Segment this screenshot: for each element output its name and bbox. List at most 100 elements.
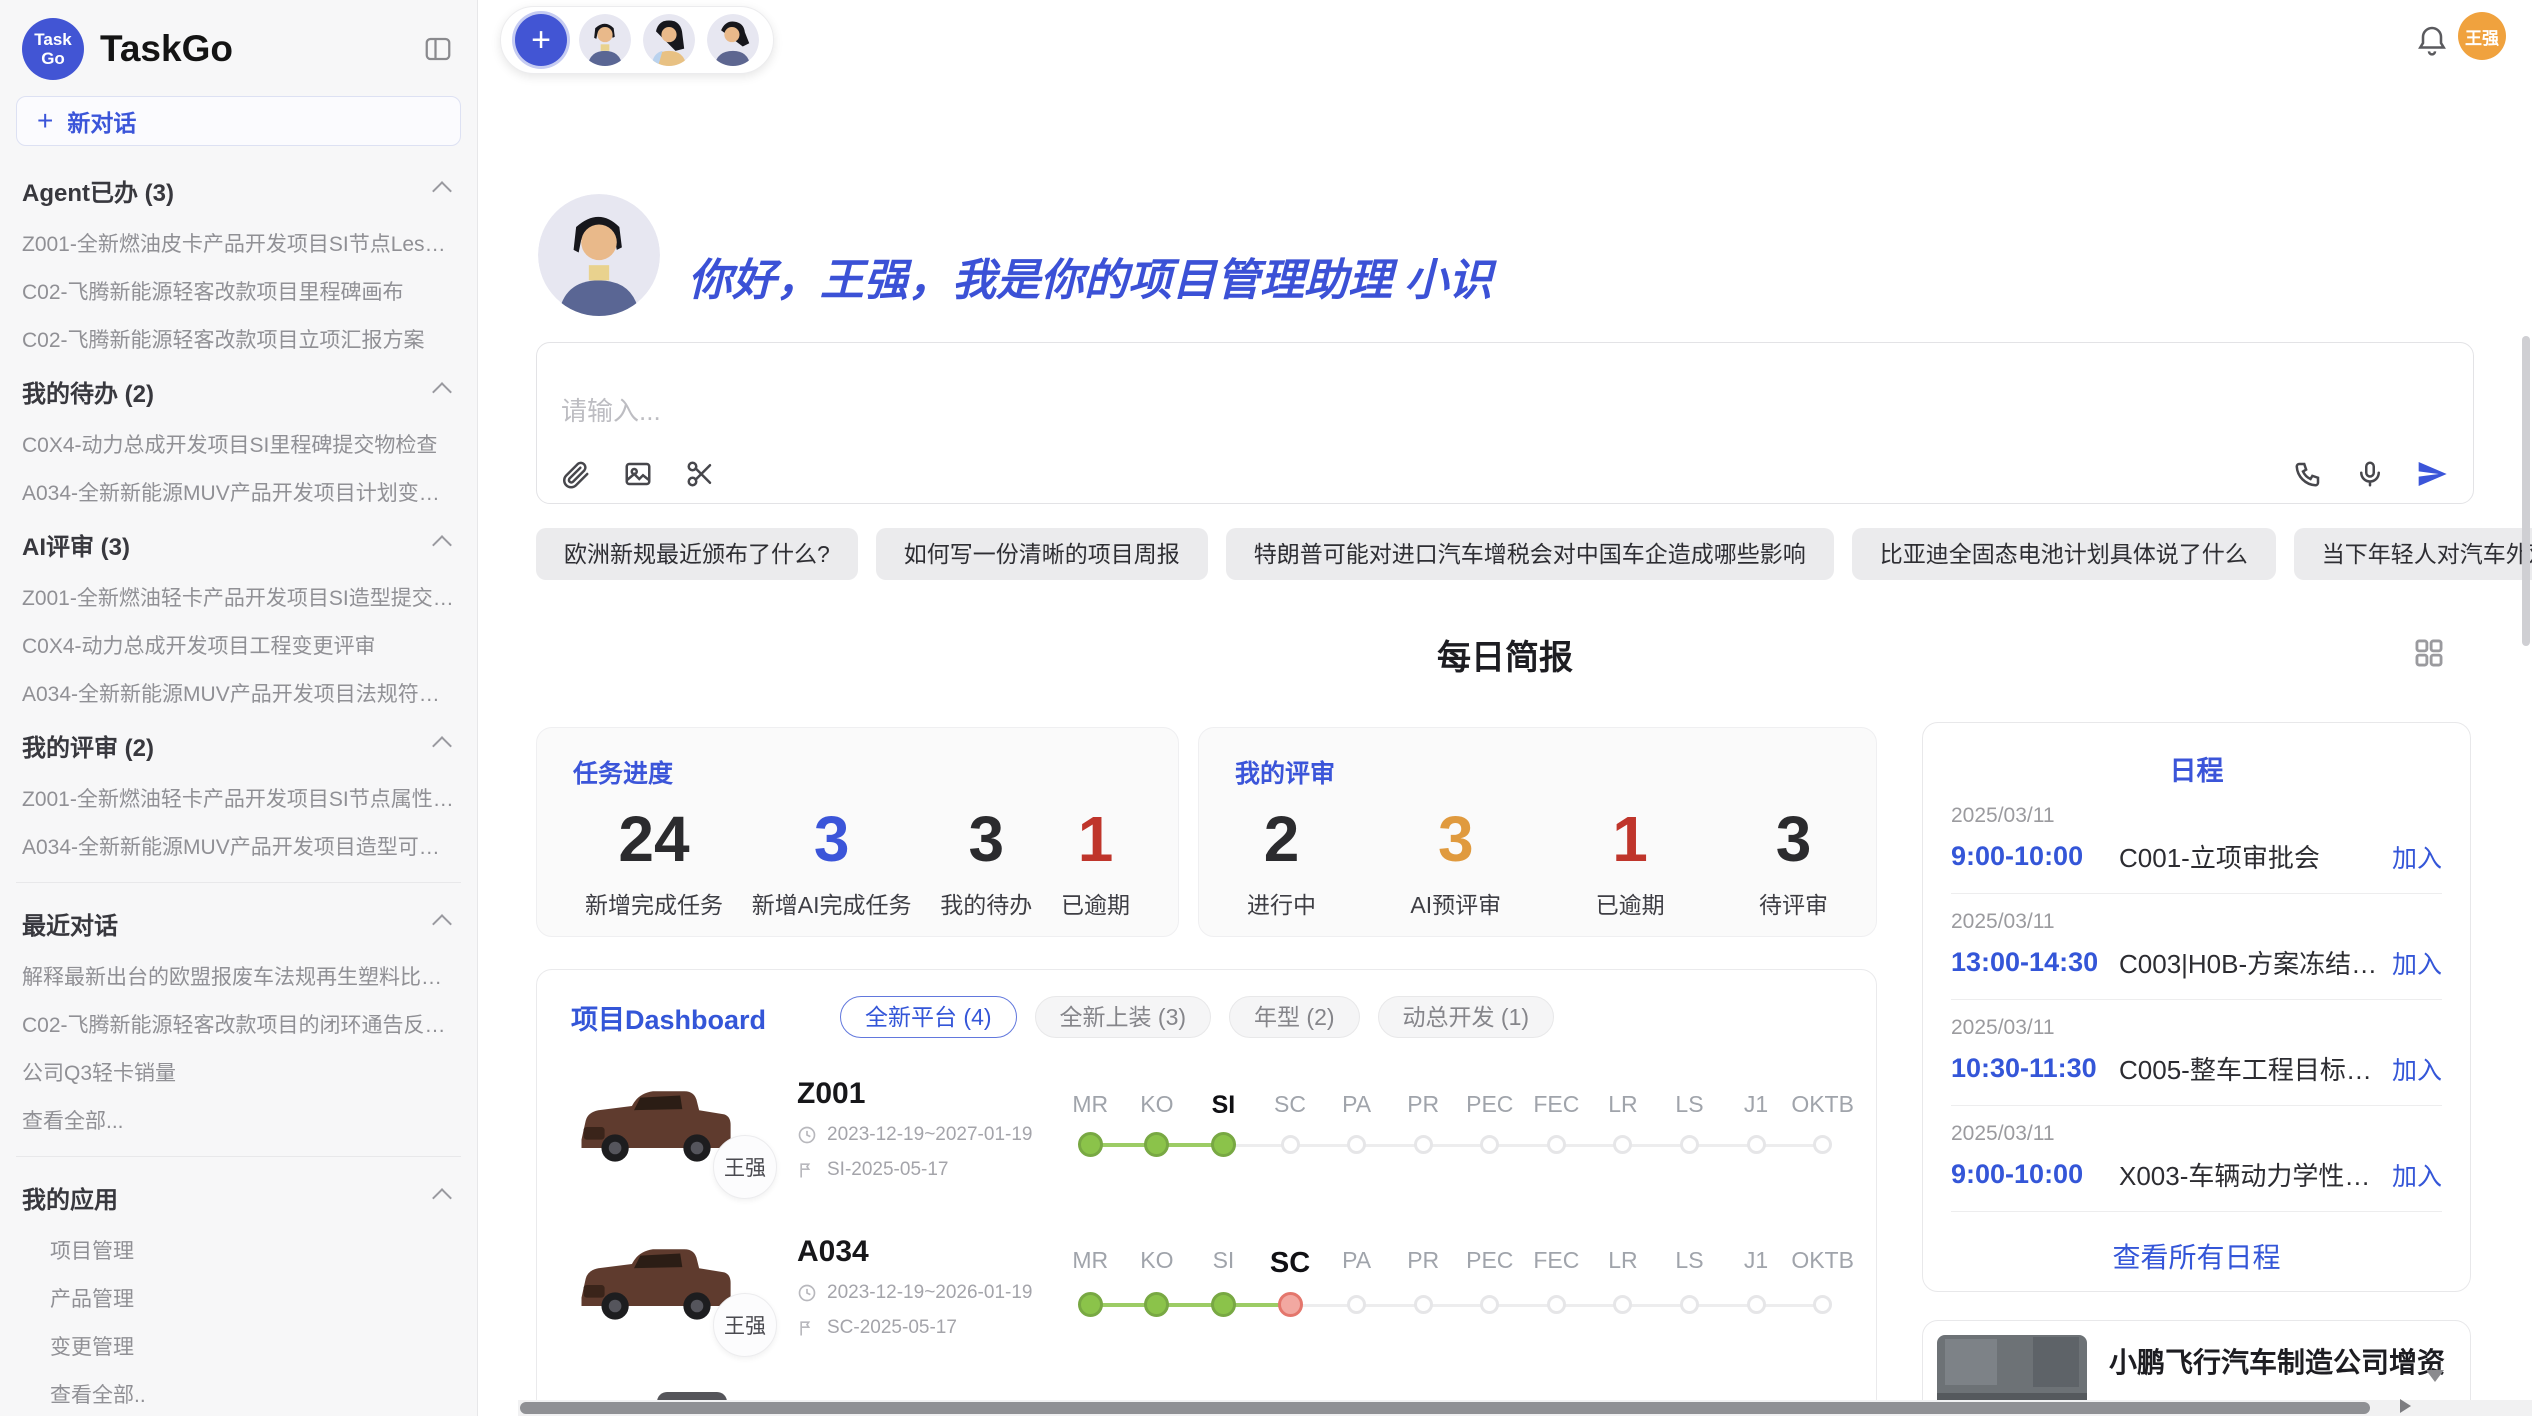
microphone-icon[interactable] bbox=[2353, 457, 2387, 491]
scroll-down-arrow-icon[interactable] bbox=[2426, 1370, 2444, 1382]
assistant-avatar-1[interactable] bbox=[579, 14, 631, 66]
suggestion-chip[interactable]: 比亚迪全固态电池计划具体说了什么 bbox=[1852, 528, 2276, 580]
section-label: 我的评审 (2) bbox=[22, 728, 154, 763]
notification-bell-icon[interactable] bbox=[2414, 22, 2450, 58]
project-code: Z001 bbox=[797, 1077, 1049, 1111]
tab-new-body[interactable]: 全新上装 (3) bbox=[1035, 996, 1212, 1038]
suggestion-chips: 欧洲新规最近颁布了什么? 如何写一份清晰的项目周报 特朗普可能对进口汽车增税会对… bbox=[536, 528, 2474, 580]
suggestion-chip[interactable]: 当下年轻人对汽车外观有怎样的喜好趋势 bbox=[2294, 528, 2532, 580]
stat-value: 3 bbox=[752, 804, 912, 874]
conversation-item[interactable]: Z001-全新燃油皮卡产品开发项目SI节点Lesson Learn报告 bbox=[14, 219, 463, 267]
user-avatar[interactable]: 王强 bbox=[2458, 12, 2506, 60]
stat-label: 新增AI完成任务 bbox=[752, 886, 912, 920]
project-row[interactable]: 王强 A034 2023-12-19~2026-01-19 SC-2025-05… bbox=[537, 1208, 1876, 1366]
stat-label: 新增完成任务 bbox=[585, 886, 723, 920]
flag-icon bbox=[797, 1160, 817, 1180]
stat-label: 待评审 bbox=[1759, 886, 1828, 920]
section-header-recent[interactable]: 最近对话 bbox=[14, 895, 463, 952]
section-header-agent-done[interactable]: Agent已办 (3) bbox=[14, 162, 463, 219]
conversation-item[interactable]: Z001-全新燃油轻卡产品开发项目SI造型提交物评审 bbox=[14, 573, 463, 621]
milestone-dot-pending bbox=[1347, 1135, 1366, 1154]
logo-row: Task Go TaskGo bbox=[14, 16, 463, 96]
layout-grid-icon[interactable] bbox=[2412, 636, 2446, 670]
suggestion-chip[interactable]: 特朗普可能对进口汽车增税会对中国车企造成哪些影响 bbox=[1226, 528, 1834, 580]
stat-label: 我的待办 bbox=[940, 886, 1032, 920]
app-item-product[interactable]: 产品管理 bbox=[14, 1274, 463, 1322]
image-icon[interactable] bbox=[621, 457, 655, 491]
section-label: Agent已办 (3) bbox=[22, 173, 174, 208]
view-all-apps[interactable]: 查看全部.. bbox=[14, 1370, 463, 1416]
section-header-my-review[interactable]: 我的评审 (2) bbox=[14, 717, 463, 774]
join-button[interactable]: 加入 bbox=[2392, 839, 2442, 875]
section-header-ai-review[interactable]: AI评审 (3) bbox=[14, 516, 463, 573]
greeting-text: 你好，王强，我是你的项目管理助理 小识 bbox=[688, 244, 1492, 308]
paperclip-icon[interactable] bbox=[559, 457, 593, 491]
conversation-item[interactable]: A034-全新新能源MUV产品开发项目造型可行性评审 bbox=[14, 822, 463, 870]
plus-icon: + bbox=[531, 21, 551, 60]
milestone-dot-done bbox=[1211, 1132, 1236, 1157]
horizontal-scrollbar-thumb[interactable] bbox=[520, 1402, 2370, 1414]
phone-icon[interactable] bbox=[2291, 457, 2325, 491]
milestone-label: LR bbox=[1590, 1091, 1657, 1120]
view-all-schedule-link[interactable]: 查看所有日程 bbox=[1951, 1236, 2442, 1276]
send-icon[interactable] bbox=[2415, 457, 2449, 491]
join-button[interactable]: 加入 bbox=[2392, 945, 2442, 981]
project-row[interactable]: 王强 Z001 2023-12-19~2027-01-19 SI-2025-05… bbox=[537, 1050, 1876, 1208]
conversation-item[interactable]: 公司Q3轻卡销量 bbox=[14, 1048, 463, 1096]
event-name: C003|H0B-方案冻结评审 bbox=[2119, 944, 2380, 981]
milestone-dot-pending bbox=[1480, 1295, 1499, 1314]
app-item-project[interactable]: 项目管理 bbox=[14, 1226, 463, 1274]
stat-new-done: 24 新增完成任务 bbox=[585, 804, 723, 920]
milestone-label: PEC bbox=[1456, 1091, 1523, 1120]
assistant-avatar-3[interactable] bbox=[707, 14, 759, 66]
suggestion-chip[interactable]: 如何写一份清晰的项目周报 bbox=[876, 528, 1208, 580]
section-header-my-apps[interactable]: 我的应用 bbox=[14, 1169, 463, 1226]
milestone-label: MR bbox=[1057, 1247, 1124, 1280]
conversation-item[interactable]: C02-飞腾新能源轻客改款项目里程碑画布 bbox=[14, 267, 463, 315]
divider bbox=[16, 1156, 461, 1157]
conversation-item[interactable]: Z001-全新燃油轻卡产品开发项目SI节点属性5D文件评审 bbox=[14, 774, 463, 822]
join-button[interactable]: 加入 bbox=[2392, 1051, 2442, 1087]
conversation-item[interactable]: 解释最新出台的欧盟报废车法规再生塑料比例被调至15%... bbox=[14, 952, 463, 1000]
milestone-dot-done bbox=[1144, 1292, 1169, 1317]
tab-year-model[interactable]: 年型 (2) bbox=[1229, 996, 1360, 1038]
project-flag: SC-2025-05-17 bbox=[827, 1317, 957, 1339]
flag-icon bbox=[797, 1318, 817, 1338]
conversation-item[interactable]: C02-飞腾新能源轻客改款项目立项汇报方案 bbox=[14, 315, 463, 363]
conversation-item[interactable]: C0X4-动力总成开发项目SI里程碑提交物检查 bbox=[14, 420, 463, 468]
dashboard-header: 项目Dashboard 全新平台 (4) 全新上装 (3) 年型 (2) 动总开… bbox=[537, 970, 1876, 1050]
conversation-item[interactable]: A034-全新新能源MUV产品开发项目计划变更表编写 bbox=[14, 468, 463, 516]
milestone-label: J1 bbox=[1723, 1091, 1790, 1120]
event-time: 9:00-10:00 bbox=[1951, 841, 2119, 872]
scroll-right-arrow-icon[interactable] bbox=[2400, 1399, 2411, 1413]
conversation-item[interactable]: C0X4-动力总成开发项目工程变更评审 bbox=[14, 621, 463, 669]
suggestion-chip[interactable]: 欧洲新规最近颁布了什么? bbox=[536, 528, 858, 580]
app-item-change[interactable]: 变更管理 bbox=[14, 1322, 463, 1370]
add-assistant-button[interactable]: + bbox=[515, 14, 567, 66]
assistant-avatar-2[interactable] bbox=[643, 14, 695, 66]
milestone-label-current: SC bbox=[1257, 1247, 1324, 1280]
milestone-label: SC bbox=[1257, 1091, 1324, 1120]
vertical-scrollbar-thumb[interactable] bbox=[2522, 336, 2530, 646]
app-logo: Task Go bbox=[22, 18, 84, 80]
chat-input[interactable] bbox=[559, 395, 2063, 428]
tab-new-platform[interactable]: 全新平台 (4) bbox=[840, 996, 1017, 1038]
collapse-sidebar-icon[interactable] bbox=[421, 32, 455, 66]
conversation-item[interactable]: A034-全新新能源MUV产品开发项目法规符合性评审 bbox=[14, 669, 463, 717]
stat-value: 1 bbox=[1596, 804, 1665, 874]
new-chat-button[interactable]: + 新对话 bbox=[16, 96, 461, 146]
section-header-my-todo[interactable]: 我的待办 (2) bbox=[14, 363, 463, 420]
conversation-item[interactable]: C02-飞腾新能源轻客改款项目的闭环通告反馈情况 bbox=[14, 1000, 463, 1048]
event-name: X003-车辆动力学性能验... bbox=[2119, 1156, 2380, 1193]
milestone-timeline: MR KO SI SC PA PR PEC FEC LR LS J1 OKTB bbox=[1057, 1091, 1856, 1168]
join-button[interactable]: 加入 bbox=[2392, 1157, 2442, 1193]
view-all-conversations[interactable]: 查看全部... bbox=[14, 1096, 463, 1144]
project-dates: 2023-12-19~2026-01-19 bbox=[827, 1282, 1032, 1304]
schedule-event: 2025/03/11 9:00-10:00 X003-车辆动力学性能验... 加… bbox=[1951, 1106, 2442, 1211]
assistant-greeting-avatar bbox=[538, 194, 660, 316]
milestone-timeline: MR KO SI SC PA PR PEC FEC LR LS J1 OKTB bbox=[1057, 1247, 1856, 1328]
scissors-icon[interactable] bbox=[683, 457, 717, 491]
divider bbox=[16, 882, 461, 883]
tab-powertrain[interactable]: 动总开发 (1) bbox=[1378, 996, 1555, 1038]
chevron-up-icon bbox=[432, 181, 452, 201]
